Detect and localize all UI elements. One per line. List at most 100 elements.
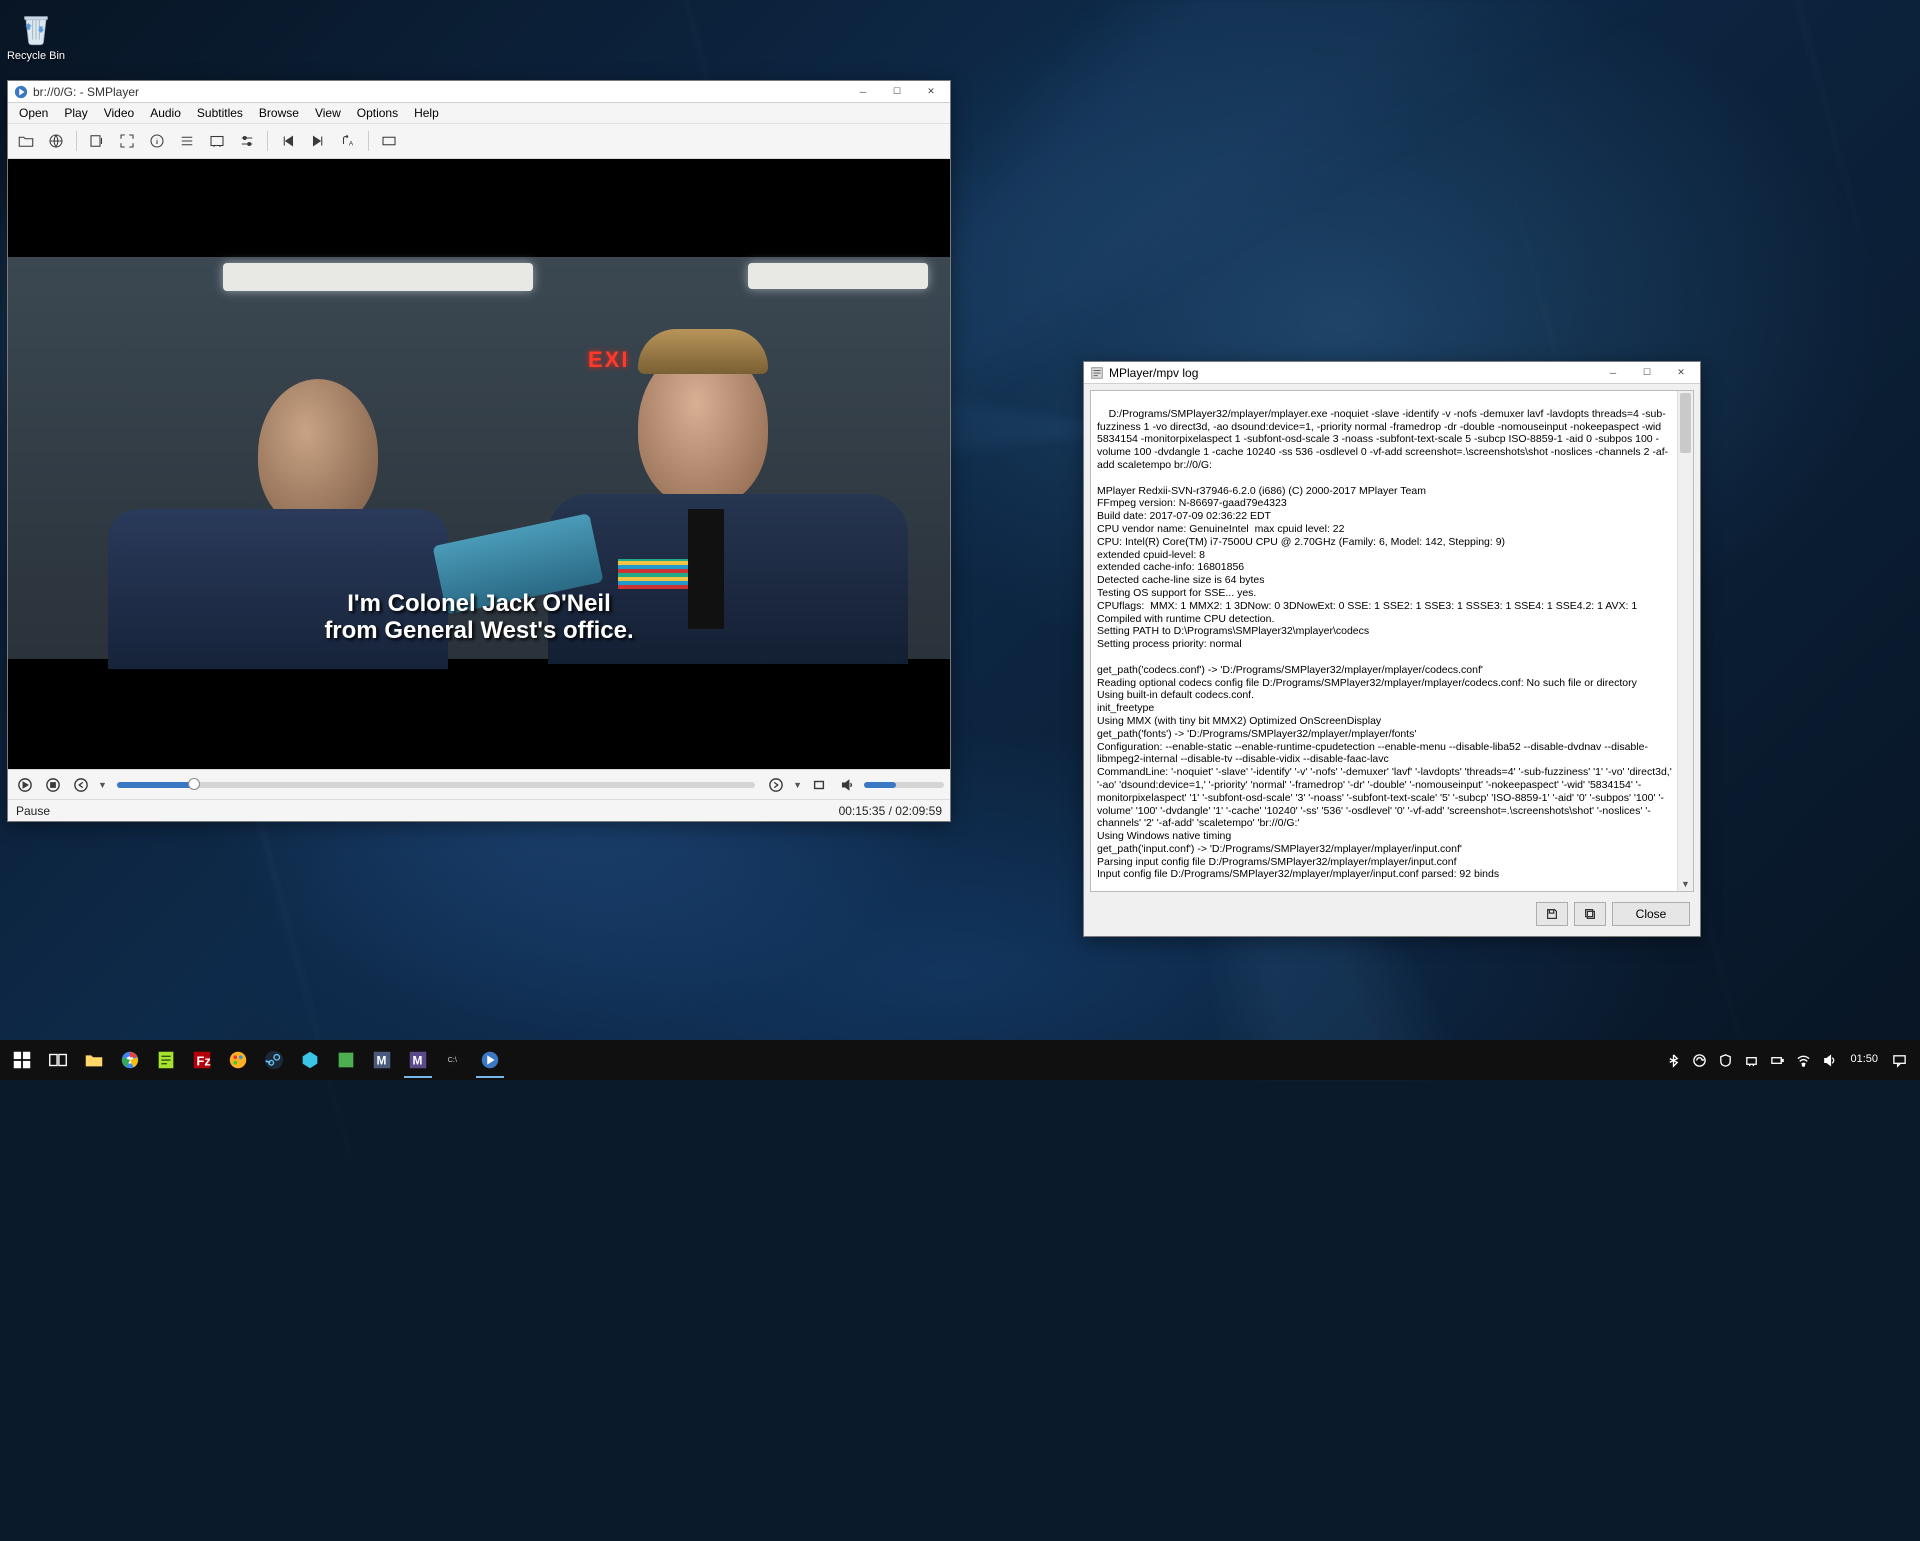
menu-options[interactable]: Options [350,105,405,121]
smplayer-window: br://0/G: - SMPlayer ─ ☐ ✕ Open Play Vid… [7,80,951,822]
rewind-button[interactable] [70,774,92,796]
separator [267,131,268,151]
info-button[interactable] [145,129,169,153]
video-area[interactable]: EXI I'm Colonel Jack O'Neil [8,159,950,769]
toolbar: A [8,124,950,159]
screenshot-button[interactable] [205,129,229,153]
status-time: 00:15:35 / 02:09:59 [839,804,942,818]
smplayer-task-button[interactable] [472,1042,508,1078]
filezilla-button[interactable]: Fz [184,1042,220,1078]
menu-help[interactable]: Help [407,105,446,121]
playlist-button[interactable] [175,129,199,153]
video-frame: EXI I'm Colonel Jack O'Neil [8,257,950,659]
log-window: MPlayer/mpv log ─ ☐ ✕ D:/Programs/SMPlay… [1083,361,1701,937]
log-save-button[interactable] [1536,902,1568,926]
next-button[interactable] [306,129,330,153]
menu-subtitles[interactable]: Subtitles [190,105,250,121]
cmd-button[interactable]: C:\ [436,1042,472,1078]
aspect-button[interactable] [377,129,401,153]
menu-open[interactable]: Open [12,105,55,121]
compact-button[interactable] [85,129,109,153]
app2-button[interactable] [328,1042,364,1078]
clock-time: 01:50 [1850,1053,1878,1066]
log-textarea[interactable]: D:/Programs/SMPlayer32/mplayer/mplayer.e… [1090,390,1694,892]
settings-button[interactable] [235,129,259,153]
smplayer-title: br://0/G: - SMPlayer [33,85,846,99]
seek-thumb[interactable] [188,778,200,790]
ceiling-light [748,263,928,289]
play-button[interactable] [14,774,36,796]
svg-text:Fz: Fz [197,1054,211,1069]
stop-button[interactable] [42,774,64,796]
steam-button[interactable] [256,1042,292,1078]
subtitle: I'm Colonel Jack O'Neil from General Wes… [8,590,950,645]
tray-sync-icon[interactable] [1688,1044,1710,1076]
log-minimize-button[interactable]: ─ [1596,363,1630,383]
close-button[interactable]: ✕ [914,82,948,102]
minimize-button[interactable]: ─ [846,82,880,102]
taskbar: Fz M M C:\ 01:50 [0,1040,1920,1080]
tray-wifi-icon[interactable] [1792,1044,1814,1076]
maximize-button[interactable]: ☐ [880,82,914,102]
scroll-down-icon[interactable]: ▼ [1678,877,1693,891]
log-content: D:/Programs/SMPlayer32/mplayer/mplayer.e… [1097,408,1675,881]
tray-bt-icon[interactable] [1662,1044,1684,1076]
seek-fill [117,782,194,788]
mute-button[interactable] [836,774,858,796]
svg-text:M: M [377,1054,387,1068]
svg-text:C:\: C:\ [448,1055,458,1064]
action-center-icon[interactable] [1888,1044,1910,1076]
ceiling-light [223,263,533,291]
subtitle-line1: I'm Colonel Jack O'Neil [8,590,950,618]
fullscreen-button[interactable] [115,129,139,153]
tray-battery-icon[interactable] [1766,1044,1788,1076]
fullscreen2-button[interactable] [808,774,830,796]
log-maximize-button[interactable]: ☐ [1630,363,1664,383]
separator [368,131,369,151]
log-title: MPlayer/mpv log [1109,366,1596,380]
forward-chevron[interactable]: ▼ [793,780,802,790]
recycle-bin[interactable]: Recycle Bin [6,8,66,62]
log-scrollbar[interactable]: ▲ ▼ [1677,391,1693,891]
status-left: Pause [16,804,50,818]
log-icon [1090,366,1104,380]
explorer-button[interactable] [76,1042,112,1078]
mplayer-button[interactable]: M [364,1042,400,1078]
volume-fill [864,782,896,788]
npp-button[interactable] [148,1042,184,1078]
svg-text:A: A [349,141,354,148]
ab-button[interactable]: A [336,129,360,153]
paint-button[interactable] [220,1042,256,1078]
volume-bar[interactable] [864,782,944,788]
forward-button[interactable] [765,774,787,796]
seek-bar[interactable] [117,782,755,788]
tray-volume-icon[interactable] [1818,1044,1840,1076]
tray-network-icon[interactable] [1740,1044,1762,1076]
taskview-button[interactable] [40,1042,76,1078]
scroll-thumb[interactable] [1680,393,1691,453]
rewind-chevron[interactable]: ▼ [98,780,107,790]
menu-browse[interactable]: Browse [252,105,306,121]
menu-view[interactable]: View [308,105,348,121]
log-close-dialog-button[interactable]: Close [1612,902,1690,926]
app-button[interactable] [292,1042,328,1078]
log-titlebar[interactable]: MPlayer/mpv log ─ ☐ ✕ [1084,362,1700,384]
prev-button[interactable] [276,129,300,153]
smplayer-titlebar[interactable]: br://0/G: - SMPlayer ─ ☐ ✕ [8,81,950,103]
log-copy-button[interactable] [1574,902,1606,926]
subtitle-line2: from General West's office. [8,617,950,645]
menu-video[interactable]: Video [97,105,141,121]
menubar: Open Play Video Audio Subtitles Browse V… [8,103,950,124]
tray-av-icon[interactable] [1714,1044,1736,1076]
menu-audio[interactable]: Audio [143,105,188,121]
start-button[interactable] [4,1042,40,1078]
menu-play[interactable]: Play [57,105,94,121]
open-file-button[interactable] [14,129,38,153]
statusbar: Pause 00:15:35 / 02:09:59 [8,799,950,821]
chrome-button[interactable] [112,1042,148,1078]
mpv-button[interactable]: M [400,1042,436,1078]
clock[interactable]: 01:50 [1844,1053,1884,1066]
smplayer-icon [14,85,28,99]
log-close-button[interactable]: ✕ [1664,363,1698,383]
open-url-button[interactable] [44,129,68,153]
